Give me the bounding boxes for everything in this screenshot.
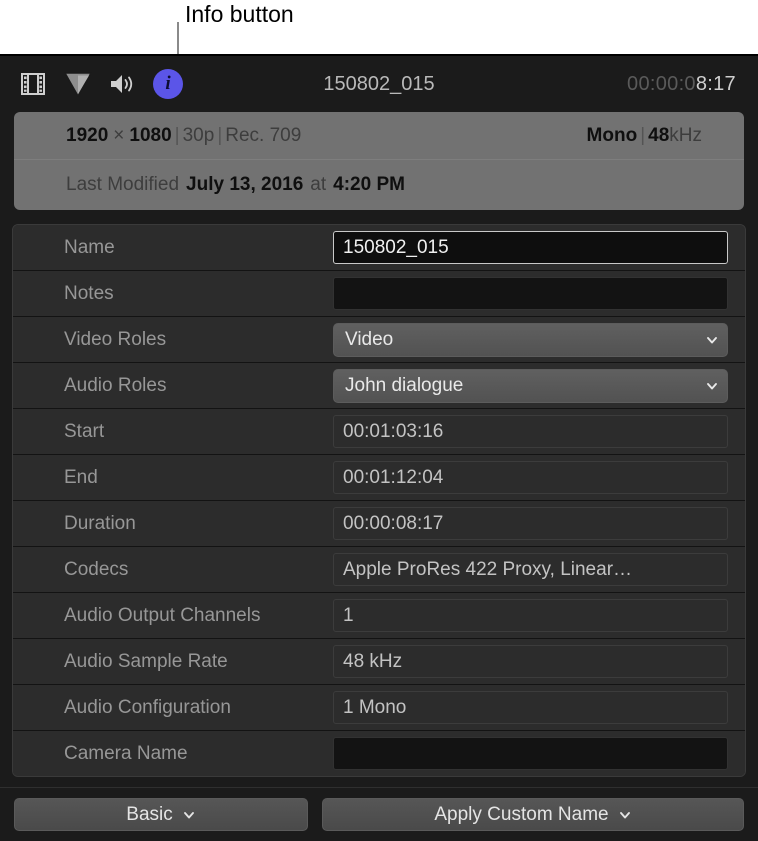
info-icon[interactable]: i — [153, 69, 183, 99]
color-space: Rec. 709 — [225, 125, 301, 146]
summary-format-row: 1920×1080|30p|Rec. 709 Mono|48kHz — [14, 112, 744, 160]
timecode-value: 8:17 — [696, 73, 736, 95]
metadata-row: End 00:01:12:04 — [13, 455, 745, 501]
toolbar-icon-group: i — [18, 56, 183, 112]
metadata-label: Audio Configuration — [13, 697, 333, 719]
metadata-label: Camera Name — [13, 743, 333, 765]
metadata-row: Name 150802_015 — [13, 225, 745, 271]
metadata-label: Video Roles — [13, 329, 333, 351]
metadata-value[interactable]: 1 Mono — [333, 691, 728, 724]
callout-label: Info button — [185, 1, 294, 28]
metadata-value[interactable]: 00:01:03:16 — [333, 415, 728, 448]
callout-annotation: Info button — [0, 0, 758, 54]
last-modified-date: July 13, 2016 — [179, 174, 303, 196]
metadata-row: Audio Sample Rate 48 kHz — [13, 639, 745, 685]
apply-custom-name-button[interactable]: Apply Custom Name — [322, 798, 744, 831]
metadata-label: Name — [13, 237, 333, 259]
inspector-toolbar: i 150802_015 00:00:08:17 — [0, 56, 758, 112]
metadata-value-text: Apple ProRes 422 Proxy, Linear… — [343, 559, 632, 581]
metadata-value-text: 1 Mono — [343, 697, 406, 719]
audio-channel-config: Mono — [587, 125, 638, 146]
metadata-row: Video Roles Video — [13, 317, 745, 363]
timecode-leading: 00:00:0 — [627, 73, 696, 95]
metadata-value[interactable]: 48 kHz — [333, 645, 728, 678]
video-triangle-icon[interactable] — [63, 69, 93, 99]
metadata-value-text: 00:00:08:17 — [343, 513, 443, 535]
chevron-down-icon — [705, 379, 719, 393]
chevron-down-icon — [182, 808, 196, 822]
metadata-field-list: Name 150802_015 Notes Video Roles Video Audio… — [12, 224, 746, 777]
chevron-down-icon — [618, 808, 632, 822]
summary-separator-2: | — [214, 125, 225, 146]
metadata-value-text: Video — [345, 329, 393, 351]
metadata-value-text: 150802_015 — [343, 237, 449, 259]
chevron-down-icon — [705, 333, 719, 347]
metadata-label: Duration — [13, 513, 333, 535]
metadata-value-text: 00:01:12:04 — [343, 467, 443, 489]
metadata-row: Notes — [13, 271, 745, 317]
metadata-view-label: Basic — [126, 804, 172, 826]
metadata-value-text: 00:01:03:16 — [343, 421, 443, 443]
metadata-select[interactable]: Video — [333, 323, 728, 357]
frame-height: 1080 — [129, 125, 171, 146]
metadata-value-text: 1 — [343, 605, 354, 627]
sample-rate-number: 48 — [648, 125, 669, 146]
metadata-value[interactable]: 1 — [333, 599, 728, 632]
metadata-value[interactable] — [333, 277, 728, 310]
metadata-value[interactable]: Apple ProRes 422 Proxy, Linear… — [333, 553, 728, 586]
metadata-label: End — [13, 467, 333, 489]
summary-separator-1: | — [172, 125, 183, 146]
metadata-row: Audio Output Channels 1 — [13, 593, 745, 639]
metadata-row: Codecs Apple ProRes 422 Proxy, Linear… — [13, 547, 745, 593]
last-modified-time: 4:20 PM — [333, 174, 405, 196]
metadata-value[interactable]: 00:00:08:17 — [333, 507, 728, 540]
metadata-label: Audio Sample Rate — [13, 651, 333, 673]
timecode-display: 00:00:08:17 — [627, 56, 736, 112]
metadata-label: Codecs — [13, 559, 333, 581]
film-strip-icon[interactable] — [18, 69, 48, 99]
video-format-summary: 1920×1080|30p|Rec. 709 — [66, 125, 301, 147]
metadata-value-text: 48 kHz — [343, 651, 402, 673]
last-modified-join: at — [303, 174, 333, 196]
metadata-view-button[interactable]: Basic — [14, 798, 308, 831]
metadata-label: Audio Roles — [13, 375, 333, 397]
metadata-row: Audio Roles John dialogue — [13, 363, 745, 409]
metadata-value[interactable]: 00:01:12:04 — [333, 461, 728, 494]
metadata-label: Audio Output Channels — [13, 605, 333, 627]
apply-custom-name-label: Apply Custom Name — [434, 804, 608, 826]
frame-width: 1920 — [66, 125, 108, 146]
audio-format-summary: Mono|48kHz — [587, 125, 702, 147]
last-modified-label: Last Modified — [66, 174, 179, 196]
summary-modified-row: Last ModifiedJuly 13, 2016at4:20 PM — [14, 160, 744, 210]
metadata-value[interactable]: 150802_015 — [333, 231, 728, 264]
metadata-row: Start 00:01:03:16 — [13, 409, 745, 455]
metadata-label: Notes — [13, 283, 333, 305]
metadata-row: Duration 00:00:08:17 — [13, 501, 745, 547]
metadata-row: Audio Configuration 1 Mono — [13, 685, 745, 731]
dimension-times: × — [108, 125, 129, 146]
metadata-value[interactable] — [333, 737, 728, 770]
frame-rate: 30p — [183, 125, 215, 146]
metadata-value-text: John dialogue — [345, 375, 463, 397]
clip-summary-card: 1920×1080|30p|Rec. 709 Mono|48kHz Last M… — [14, 112, 744, 210]
speaker-icon[interactable] — [108, 69, 138, 99]
summary-separator-3: | — [637, 125, 648, 146]
inspector-window: i 150802_015 00:00:08:17 1920×1080|30p|R… — [0, 54, 758, 841]
inspector-footer: Basic Apply Custom Name — [0, 787, 758, 841]
sample-rate-unit: kHz — [669, 125, 702, 146]
metadata-row: Camera Name — [13, 731, 745, 776]
metadata-select[interactable]: John dialogue — [333, 369, 728, 403]
metadata-label: Start — [13, 421, 333, 443]
